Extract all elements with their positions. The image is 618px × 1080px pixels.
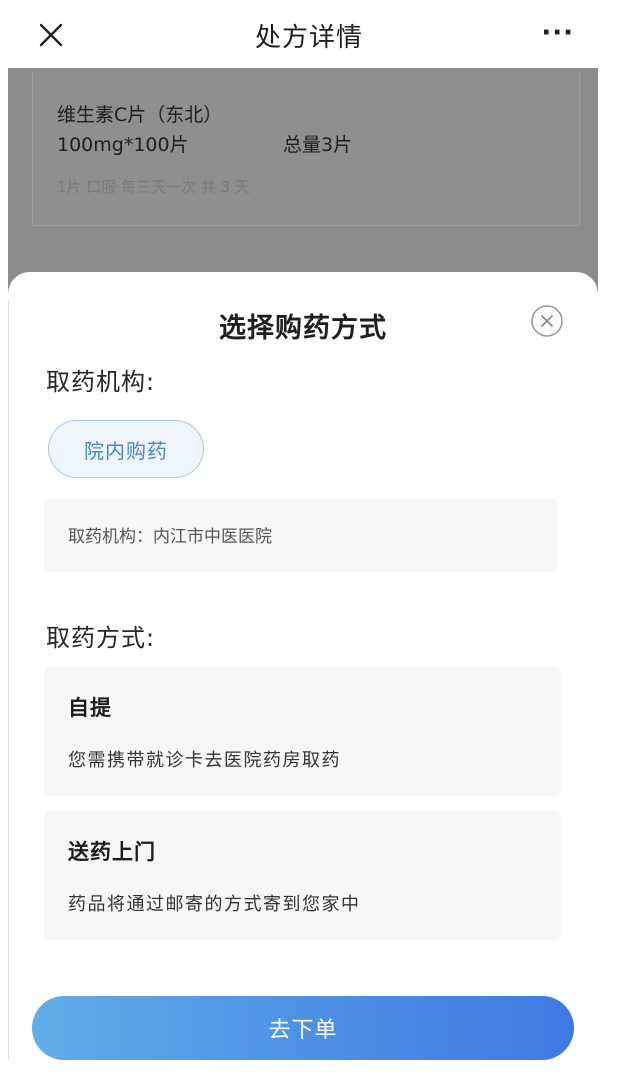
prescription-drug-card: 维生素C片（东北） 100mg*100片 总量3片 1片 口服 每三天一次 共 … xyxy=(32,72,580,226)
option-description: 您需携带就诊卡去医院药房取药 xyxy=(68,750,341,771)
close-circle-icon[interactable] xyxy=(530,304,564,338)
institution-info-text: 取药机构：内江市中医医院 xyxy=(68,527,272,547)
sheet-edge-line xyxy=(8,300,9,1060)
drug-name: 维生素C片（东北） xyxy=(57,104,223,126)
option-title: 送药上门 xyxy=(68,840,156,864)
sheet-title: 选择购药方式 xyxy=(219,313,387,344)
option-description: 药品将通过邮寄的方式寄到您家中 xyxy=(68,894,361,915)
top-navbar: 处方详情 ··· xyxy=(0,0,618,68)
drug-spec: 100mg*100片 xyxy=(57,134,189,156)
more-options-icon[interactable]: ··· xyxy=(541,18,574,48)
in-hospital-purchase-chip[interactable]: 院内购药 xyxy=(48,420,204,478)
institution-label: 取药机构: xyxy=(46,368,156,396)
pickup-method-label: 取药方式: xyxy=(46,624,156,652)
place-order-button[interactable]: 去下单 xyxy=(32,996,574,1060)
purchase-method-sheet: 选择购药方式 取药机构: 院内购药 取药机构：内江市中医医院 取药方式: 自提 … xyxy=(8,272,598,1080)
institution-info-box: 取药机构：内江市中医医院 xyxy=(44,498,558,572)
page-edge xyxy=(598,68,618,1080)
page-title: 处方详情 xyxy=(254,23,363,53)
self-pickup-option[interactable]: 自提 您需携带就诊卡去医院药房取药 xyxy=(44,666,562,796)
drug-usage: 1片 口服 每三天一次 共 3 天 xyxy=(57,178,250,196)
home-delivery-option[interactable]: 送药上门 药品将通过邮寄的方式寄到您家中 xyxy=(44,810,562,940)
option-title: 自提 xyxy=(68,696,112,720)
drug-total: 总量3片 xyxy=(283,134,353,156)
